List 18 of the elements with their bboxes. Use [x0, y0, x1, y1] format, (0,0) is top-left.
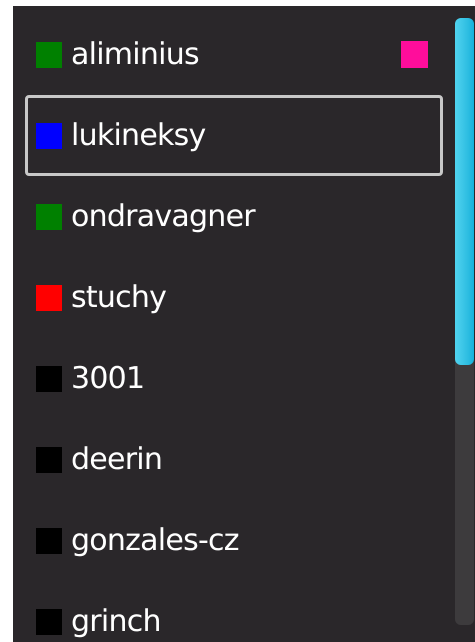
user-name: grinch — [71, 604, 161, 640]
scroll-thumb[interactable] — [454, 18, 474, 365]
list-item[interactable]: lukineksy — [25, 95, 443, 176]
user-name: lukineksy — [71, 118, 206, 154]
user-name: ondravagner — [71, 198, 255, 234]
user-name: stuchy — [71, 280, 166, 316]
user-name: 3001 — [71, 360, 144, 396]
list-item[interactable]: grinch — [25, 581, 443, 642]
list-item[interactable]: ondravagner — [25, 176, 443, 257]
list-item[interactable]: stuchy — [25, 257, 443, 338]
list-item[interactable]: aliminius — [25, 14, 443, 95]
scrollbar[interactable] — [454, 18, 474, 625]
list-item[interactable]: gonzales-cz — [25, 500, 443, 581]
user-name: aliminius — [71, 36, 199, 72]
list-item[interactable]: 3001 — [25, 338, 443, 419]
user-name: gonzales-cz — [71, 522, 239, 558]
user-name: deerin — [71, 442, 162, 478]
list-item[interactable]: deerin — [25, 419, 443, 500]
